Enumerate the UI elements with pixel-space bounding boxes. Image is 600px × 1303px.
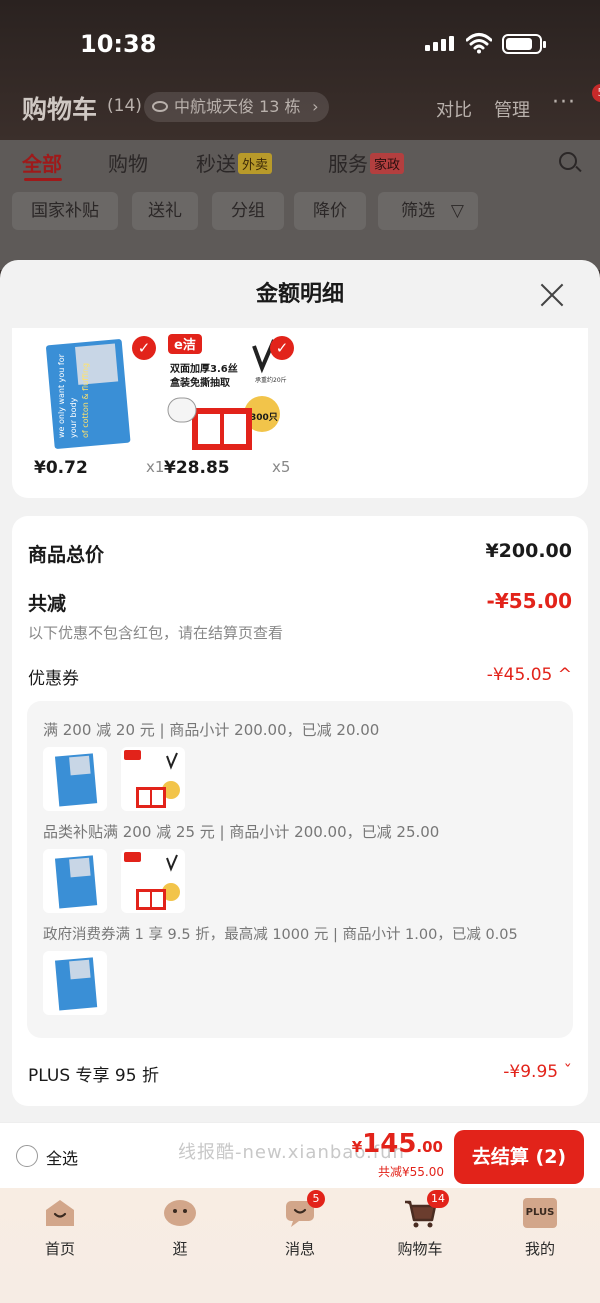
tab-all[interactable]: 全部 [22, 148, 62, 177]
coupon-detail-box: 满 200 减 20 元 | 商品小计 200.00，已减 20.00 品类补贴… [27, 701, 573, 1038]
status-bar: 10:38 [0, 22, 600, 66]
svg-text:承重约20斤: 承重约20斤 [255, 376, 287, 384]
svg-text:双面加厚3.6丝: 双面加厚3.6丝 [170, 362, 238, 375]
home-icon [43, 1198, 77, 1228]
discount-note: 以下优惠不包含红包，请在结算页查看 [28, 624, 284, 642]
items-card: we only want you for your body of cotton… [12, 328, 588, 498]
sheet-title: 金额明细 [255, 282, 344, 307]
address-text: 中航城天俊 13 栋 [174, 97, 301, 116]
item-card[interactable]: we only want you for your body of cotton… [24, 328, 174, 478]
tabbar-mine[interactable]: PLUS 我的 [495, 1198, 585, 1259]
cart-icon: 14 [403, 1190, 449, 1228]
mini-product-image [121, 747, 185, 811]
compare-link[interactable]: 对比 [436, 96, 472, 122]
housekeeping-tag: 家政 [370, 153, 405, 174]
svg-text:300只: 300只 [250, 412, 278, 423]
tab-service[interactable]: 服务 家政 [328, 148, 405, 177]
total-saving[interactable]: 共减¥55.00 [378, 1163, 444, 1180]
checkmark-icon[interactable]: ✓ [270, 336, 294, 360]
chevron-right-icon: › [312, 97, 319, 116]
svg-text:your body: your body [69, 397, 78, 438]
svg-text:of cotton & fluffing: of cotton & fluffing [81, 363, 90, 438]
tabbar-explore[interactable]: 逛 [135, 1198, 225, 1259]
plus-discount-value[interactable]: -¥9.95 ˇ [503, 1062, 572, 1082]
search-icon[interactable] [559, 152, 577, 170]
mini-product-image [43, 951, 107, 1015]
tabbar-label: 首页 [44, 1240, 75, 1258]
checkout-button[interactable]: 去结算 (2) [454, 1130, 584, 1184]
takeout-tag: 外卖 [238, 153, 273, 174]
battery-icon [502, 34, 546, 54]
cart-tabs: 全部 购物 秒送 外卖 服务 家政 [22, 148, 582, 181]
chip-national-subsidy[interactable]: 国家补贴 [12, 192, 118, 230]
coupon-line: 品类补贴满 200 减 25 元 | 商品小计 200.00，已减 25.00 [43, 823, 440, 841]
wifi-icon [466, 33, 492, 54]
mini-product-image [43, 747, 107, 811]
tabbar-cart[interactable]: 14 购物车 [375, 1190, 465, 1259]
address-selector[interactable]: 中航城天俊 13 栋 › [144, 92, 329, 122]
tabbar-label: 逛 [172, 1240, 188, 1258]
tab-underline [24, 178, 62, 181]
svg-text:盒装免撕抽取: 盒装免撕抽取 [169, 376, 231, 389]
filter-chips: 国家补贴 送礼 分组 降价 筛选 ▽ [12, 192, 592, 230]
tab-instant[interactable]: 秒送 外卖 [196, 148, 273, 177]
discount-value: -¥55.00 [486, 589, 572, 613]
select-all-radio[interactable] [16, 1145, 38, 1167]
item-card[interactable]: e洁 双面加厚3.6丝 盒装免撕抽取 承重约20斤 300只 ✓ ¥28.85 … [162, 328, 312, 478]
tab-shopping[interactable]: 购物 [108, 148, 148, 177]
tabbar-label: 消息 [284, 1240, 315, 1258]
chip-filter[interactable]: 筛选 ▽ [378, 192, 478, 230]
more-icon[interactable]: ··· [552, 90, 576, 115]
cart-title: 购物车 [22, 95, 98, 124]
discount-label: 共减 [28, 593, 67, 615]
checkout-bar: 全选 线报酷-new.xianbao.fun ¥145.00 共减¥55.00 … [0, 1122, 600, 1188]
plus-discount-label[interactable]: PLUS 专享 95 折 [28, 1061, 159, 1086]
message-icon: 5 [283, 1190, 325, 1228]
coupon-value-toggle[interactable]: -¥45.05 ^ [487, 665, 572, 685]
checkmark-icon[interactable]: ✓ [132, 336, 156, 360]
tabbar-label: 我的 [524, 1240, 555, 1258]
chip-group[interactable]: 分组 [212, 192, 284, 230]
close-icon[interactable] [538, 280, 566, 308]
total-price: ¥145.00 [351, 1129, 443, 1159]
status-time: 10:38 [80, 30, 157, 58]
coupon-line: 满 200 减 20 元 | 商品小计 200.00，已减 20.00 [43, 721, 380, 739]
amount-detail-sheet: 金额明细 we only want you for your body of c… [0, 260, 600, 1140]
item-price: ¥28.85 [164, 458, 230, 478]
eye-icon [152, 101, 168, 112]
price-summary-card: 商品总价 ¥200.00 共减 -¥55.00 以下优惠不包含红包，请在结算页查… [12, 516, 588, 1106]
chip-gift[interactable]: 送礼 [132, 192, 198, 230]
total-value: ¥200.00 [485, 540, 572, 562]
filter-icon: ▽ [450, 201, 464, 221]
plus-member-icon: PLUS [523, 1198, 557, 1228]
cart-badge: 14 [427, 1190, 449, 1208]
item-price: ¥0.72 [34, 458, 88, 478]
bottom-tabbar: 首页 逛 5 消息 14 购物车 PLUS 我的 [0, 1188, 600, 1303]
select-all-label[interactable]: 全选 [46, 1145, 78, 1169]
signal-icon [425, 36, 454, 51]
manage-link[interactable]: 管理 [494, 96, 530, 122]
svg-text:e洁: e洁 [174, 337, 196, 353]
coupon-line: 政府消费券满 1 享 9.5 折，最高减 1000 元 | 商品小计 1.00，… [43, 927, 518, 943]
explore-face-icon [163, 1198, 197, 1228]
chip-price-drop[interactable]: 降价 [294, 192, 366, 230]
svg-text:we only want you for: we only want you for [57, 353, 66, 438]
tabbar-home[interactable]: 首页 [15, 1198, 105, 1259]
total-label: 商品总价 [28, 544, 105, 566]
item-qty: x5 [272, 458, 291, 476]
coupon-label[interactable]: 优惠券 [28, 664, 79, 689]
messages-badge: 5 [307, 1190, 325, 1208]
mini-product-image [43, 849, 107, 913]
cart-header: 购物车 (14) 中航城天俊 13 栋 › 对比 管理 ··· 5 [22, 84, 600, 126]
cart-count: (14) [107, 96, 142, 116]
tabbar-label: 购物车 [397, 1240, 443, 1258]
mini-product-image [121, 849, 185, 913]
tabbar-messages[interactable]: 5 消息 [255, 1190, 345, 1259]
